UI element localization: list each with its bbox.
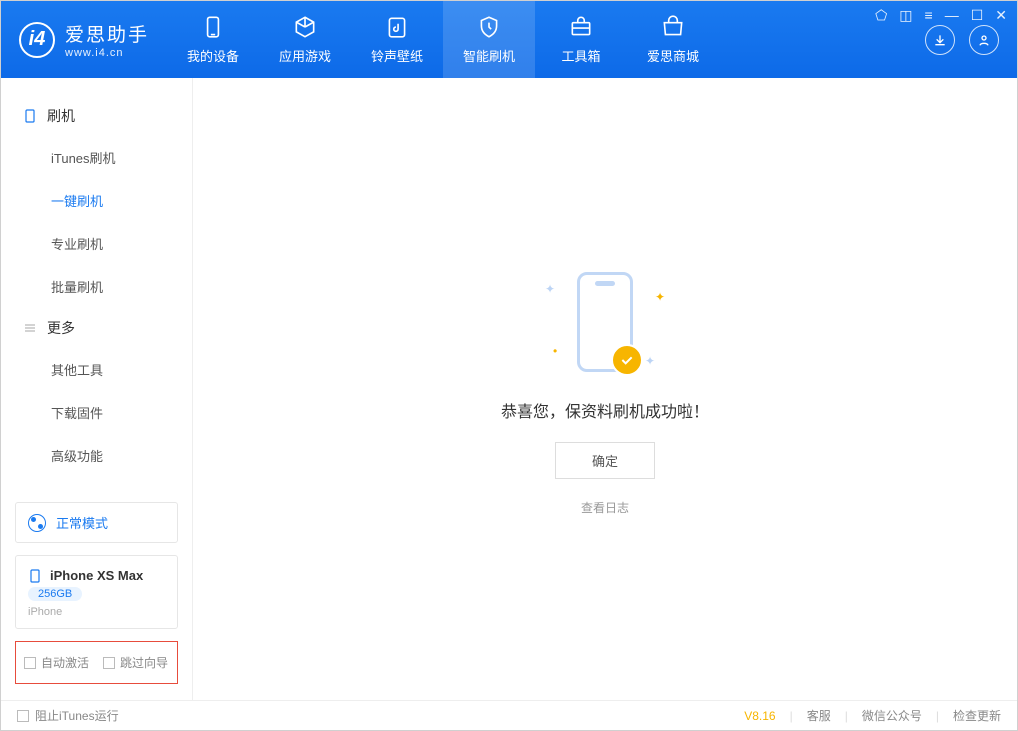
version-label: V8.16 [744,709,775,723]
sidebar: 刷机 iTunes刷机 一键刷机 专业刷机 批量刷机 更多 其他工具 下载固件 … [1,78,193,700]
footer-link-wechat[interactable]: 微信公众号 [862,707,922,724]
app-title: 爱思助手 [65,20,149,47]
tab-store[interactable]: 爱思商城 [627,1,719,78]
main-content: ✦ ✦ • ✦ 恭喜您，保资料刷机成功啦！ 确定 查看日志 [193,78,1017,700]
checkbox-label: 阻止iTunes运行 [35,707,119,724]
sparkle-icon: ✦ [545,282,555,296]
options-box: 自动激活 跳过向导 [15,641,178,684]
sparkle-icon: ✦ [655,290,665,304]
device-phone-icon [28,569,42,583]
divider: | [790,709,793,723]
checkbox-block-itunes[interactable]: 阻止iTunes运行 [17,707,119,724]
device-name: iPhone XS Max [50,568,143,583]
tab-label: 工具箱 [562,46,601,65]
tab-label: 我的设备 [187,46,239,65]
view-log-link[interactable]: 查看日志 [581,499,629,516]
mode-icon [28,514,46,532]
tab-flash[interactable]: 智能刷机 [443,1,535,78]
maximize-button[interactable]: ☐ [971,7,984,24]
toolbox-icon [568,14,594,40]
window-controls: ⬠ ◫ ≡ — ☐ ✕ [875,7,1007,24]
phone-icon [23,109,37,123]
success-message: 恭喜您，保资料刷机成功啦！ [501,398,709,422]
music-icon [384,14,410,40]
store-icon [660,14,686,40]
footer-link-service[interactable]: 客服 [807,707,831,724]
cube-icon [292,14,318,40]
group-more[interactable]: 更多 [1,308,192,348]
sidebar-item-itunes-flash[interactable]: iTunes刷机 [1,136,192,179]
device-card[interactable]: iPhone XS Max 256GB iPhone [15,555,178,629]
app-url: www.i4.cn [65,47,149,59]
main-tabs: 我的设备 应用游戏 铃声壁纸 智能刷机 工具箱 爱思商城 [167,1,925,78]
user-button[interactable] [969,25,999,55]
sidebar-item-other-tools[interactable]: 其他工具 [1,348,192,391]
footer-link-update[interactable]: 检查更新 [953,707,1001,724]
app-header: i4 爱思助手 www.i4.cn 我的设备 应用游戏 铃声壁纸 智能刷机 工具… [1,1,1017,78]
shirt-icon[interactable]: ⬠ [875,7,887,24]
ok-button[interactable]: 确定 [555,442,655,479]
list-icon [23,321,37,335]
sidebar-item-download-firmware[interactable]: 下载固件 [1,391,192,434]
logo: i4 爱思助手 www.i4.cn [1,1,167,78]
checkbox-icon [24,657,36,669]
menu-icon[interactable]: ≡ [925,7,933,24]
device-storage: 256GB [28,587,82,601]
group-title: 更多 [47,318,75,338]
tab-label: 铃声壁纸 [371,46,423,65]
mode-label: 正常模式 [56,513,108,532]
sparkle-icon: ✦ [645,354,655,368]
checkbox-label: 跳过向导 [120,654,168,671]
sidebar-item-oneclick-flash[interactable]: 一键刷机 [1,179,192,222]
group-title: 刷机 [47,106,75,126]
checkbox-skip-guide[interactable]: 跳过向导 [103,654,168,671]
checkbox-icon [17,710,29,722]
success-badge-icon [611,344,643,376]
checkbox-icon [103,657,115,669]
checkbox-auto-activate[interactable]: 自动激活 [24,654,89,671]
sparkle-icon: • [553,344,557,358]
footer: 阻止iTunes运行 V8.16 | 客服 | 微信公众号 | 检查更新 [1,700,1017,730]
checkbox-label: 自动激活 [41,654,89,671]
download-button[interactable] [925,25,955,55]
tab-ringtones[interactable]: 铃声壁纸 [351,1,443,78]
close-button[interactable]: ✕ [995,7,1007,24]
success-illustration: ✦ ✦ • ✦ [525,262,685,382]
logo-icon: i4 [19,22,55,58]
tab-apps[interactable]: 应用游戏 [259,1,351,78]
lock-icon[interactable]: ◫ [899,7,912,24]
device-type: iPhone [28,606,165,618]
tab-label: 应用游戏 [279,46,331,65]
tab-toolbox[interactable]: 工具箱 [535,1,627,78]
sidebar-item-advanced[interactable]: 高级功能 [1,434,192,477]
sidebar-item-batch-flash[interactable]: 批量刷机 [1,265,192,308]
tab-label: 智能刷机 [463,46,515,65]
device-icon [200,14,226,40]
group-flash[interactable]: 刷机 [1,96,192,136]
mode-card[interactable]: 正常模式 [15,502,178,543]
tab-label: 爱思商城 [647,46,699,65]
shield-icon [476,14,502,40]
tab-my-device[interactable]: 我的设备 [167,1,259,78]
divider: | [936,709,939,723]
minimize-button[interactable]: — [945,7,959,24]
sidebar-item-pro-flash[interactable]: 专业刷机 [1,222,192,265]
divider: | [845,709,848,723]
